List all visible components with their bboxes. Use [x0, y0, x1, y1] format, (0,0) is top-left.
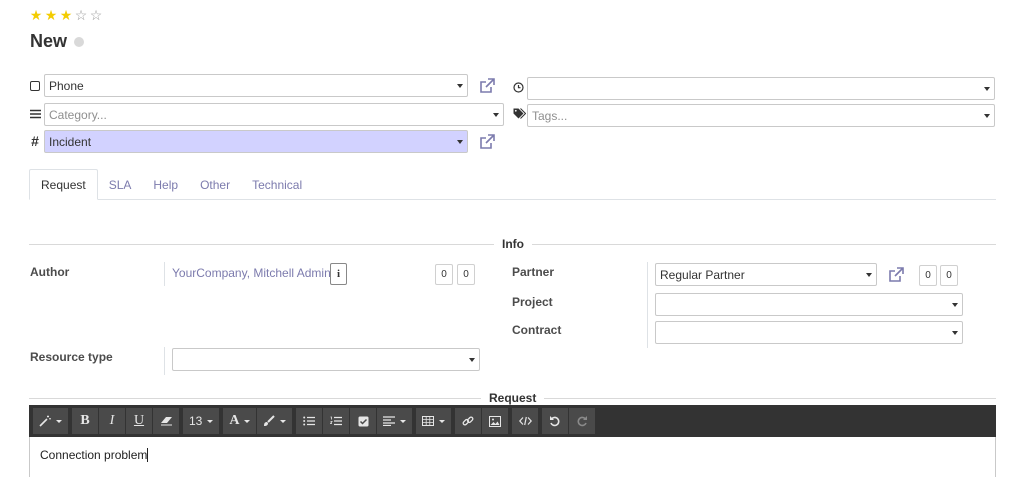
priority-stars[interactable]: ★ ★ ★ ☆ ☆: [29, 8, 103, 22]
chevron-down-icon: [866, 272, 872, 277]
author-count-button[interactable]: 0: [457, 264, 475, 285]
undo-icon[interactable]: [542, 408, 569, 434]
divider: [164, 347, 165, 375]
info-section-title: Info: [494, 237, 532, 251]
star-icon[interactable]: ★: [44, 8, 58, 22]
divider: [647, 262, 648, 348]
font-size-dropdown[interactable]: 13: [183, 408, 220, 434]
external-link-icon[interactable]: [887, 266, 905, 284]
record-title: New: [30, 31, 68, 51]
font-size-value: 13: [189, 414, 203, 428]
request-editor[interactable]: Connection problem: [29, 437, 996, 477]
divider: [164, 262, 165, 286]
chevron-down-icon: [493, 112, 499, 117]
author-label: Author: [30, 265, 70, 279]
resource-type-select[interactable]: [172, 348, 480, 371]
deadline-select[interactable]: [527, 77, 995, 100]
underline-icon[interactable]: U: [126, 408, 152, 434]
type-value: Incident: [49, 134, 92, 149]
chevron-down-icon: [457, 83, 463, 88]
record-title-row: New: [30, 31, 85, 52]
paragraph-align-icon[interactable]: [377, 408, 413, 434]
tag-icon: [512, 108, 526, 122]
partner-count-button[interactable]: 0: [919, 265, 937, 286]
tab-help[interactable]: Help: [142, 169, 189, 200]
bullet-list-icon[interactable]: [296, 408, 323, 434]
star-outline-icon[interactable]: ☆: [74, 8, 88, 22]
contract-select[interactable]: [655, 321, 963, 344]
author-link[interactable]: YourCompany, Mitchell Admin: [172, 266, 331, 280]
tab-technical[interactable]: Technical: [241, 169, 313, 200]
paint-brush-icon[interactable]: [257, 408, 293, 434]
checklist-icon[interactable]: [350, 408, 377, 434]
external-link-icon[interactable]: [478, 133, 496, 151]
partner-value: Regular Partner: [660, 267, 745, 282]
contract-label: Contract: [512, 323, 562, 337]
tab-sla[interactable]: SLA: [98, 169, 143, 200]
square-icon: [28, 80, 42, 94]
italic-icon[interactable]: I: [99, 408, 125, 434]
partner-select[interactable]: Regular Partner: [655, 263, 877, 286]
chevron-down-icon: [952, 302, 958, 307]
chevron-down-icon: [469, 357, 475, 362]
star-icon[interactable]: ★: [59, 8, 73, 22]
category-placeholder: Category...: [49, 107, 107, 122]
tags-select[interactable]: Tags...: [527, 104, 995, 127]
type-select[interactable]: Incident: [44, 130, 468, 153]
text-cursor: [147, 448, 149, 462]
status-dot-icon[interactable]: [74, 36, 85, 47]
link-icon[interactable]: [455, 408, 482, 434]
eraser-icon[interactable]: [153, 408, 179, 434]
tags-placeholder: Tags...: [532, 108, 568, 123]
chevron-down-icon: [457, 139, 463, 144]
partner-count-button[interactable]: 0: [940, 265, 958, 286]
font-color-icon[interactable]: A: [223, 408, 257, 434]
table-icon[interactable]: [416, 408, 452, 434]
author-info-button[interactable]: i: [330, 263, 347, 285]
numbered-list-icon[interactable]: [323, 408, 350, 434]
chevron-down-icon: [984, 113, 990, 118]
channel-select[interactable]: Phone: [44, 74, 468, 97]
partner-label: Partner: [512, 265, 555, 279]
chevron-down-icon: [952, 330, 958, 335]
star-icon[interactable]: ★: [29, 8, 43, 22]
tab-request[interactable]: Request: [29, 169, 98, 200]
author-count-button[interactable]: 0: [435, 264, 453, 285]
channel-value: Phone: [49, 78, 84, 93]
external-link-icon[interactable]: [478, 77, 496, 95]
redo-icon[interactable]: [569, 408, 596, 434]
magic-wand-icon[interactable]: [33, 408, 68, 434]
project-select[interactable]: [655, 293, 963, 316]
clock-icon: [511, 82, 525, 96]
request-body-text: Connection problem: [40, 448, 148, 462]
notebook-tabs: Request SLA Help Other Technical: [29, 169, 996, 200]
chevron-down-icon: [984, 86, 990, 91]
star-outline-icon[interactable]: ☆: [89, 8, 103, 22]
hash-icon: #: [31, 133, 39, 149]
tab-other[interactable]: Other: [189, 169, 241, 200]
image-icon[interactable]: [482, 408, 509, 434]
code-view-icon[interactable]: [512, 408, 539, 434]
project-label: Project: [512, 295, 553, 309]
resource-type-label: Resource type: [30, 350, 113, 364]
request-section-title: Request: [481, 391, 545, 405]
category-select[interactable]: Category...: [44, 103, 504, 126]
list-icon: [28, 108, 42, 122]
editor-toolbar: B I U 13 A: [29, 405, 996, 437]
bold-icon[interactable]: B: [72, 408, 98, 434]
